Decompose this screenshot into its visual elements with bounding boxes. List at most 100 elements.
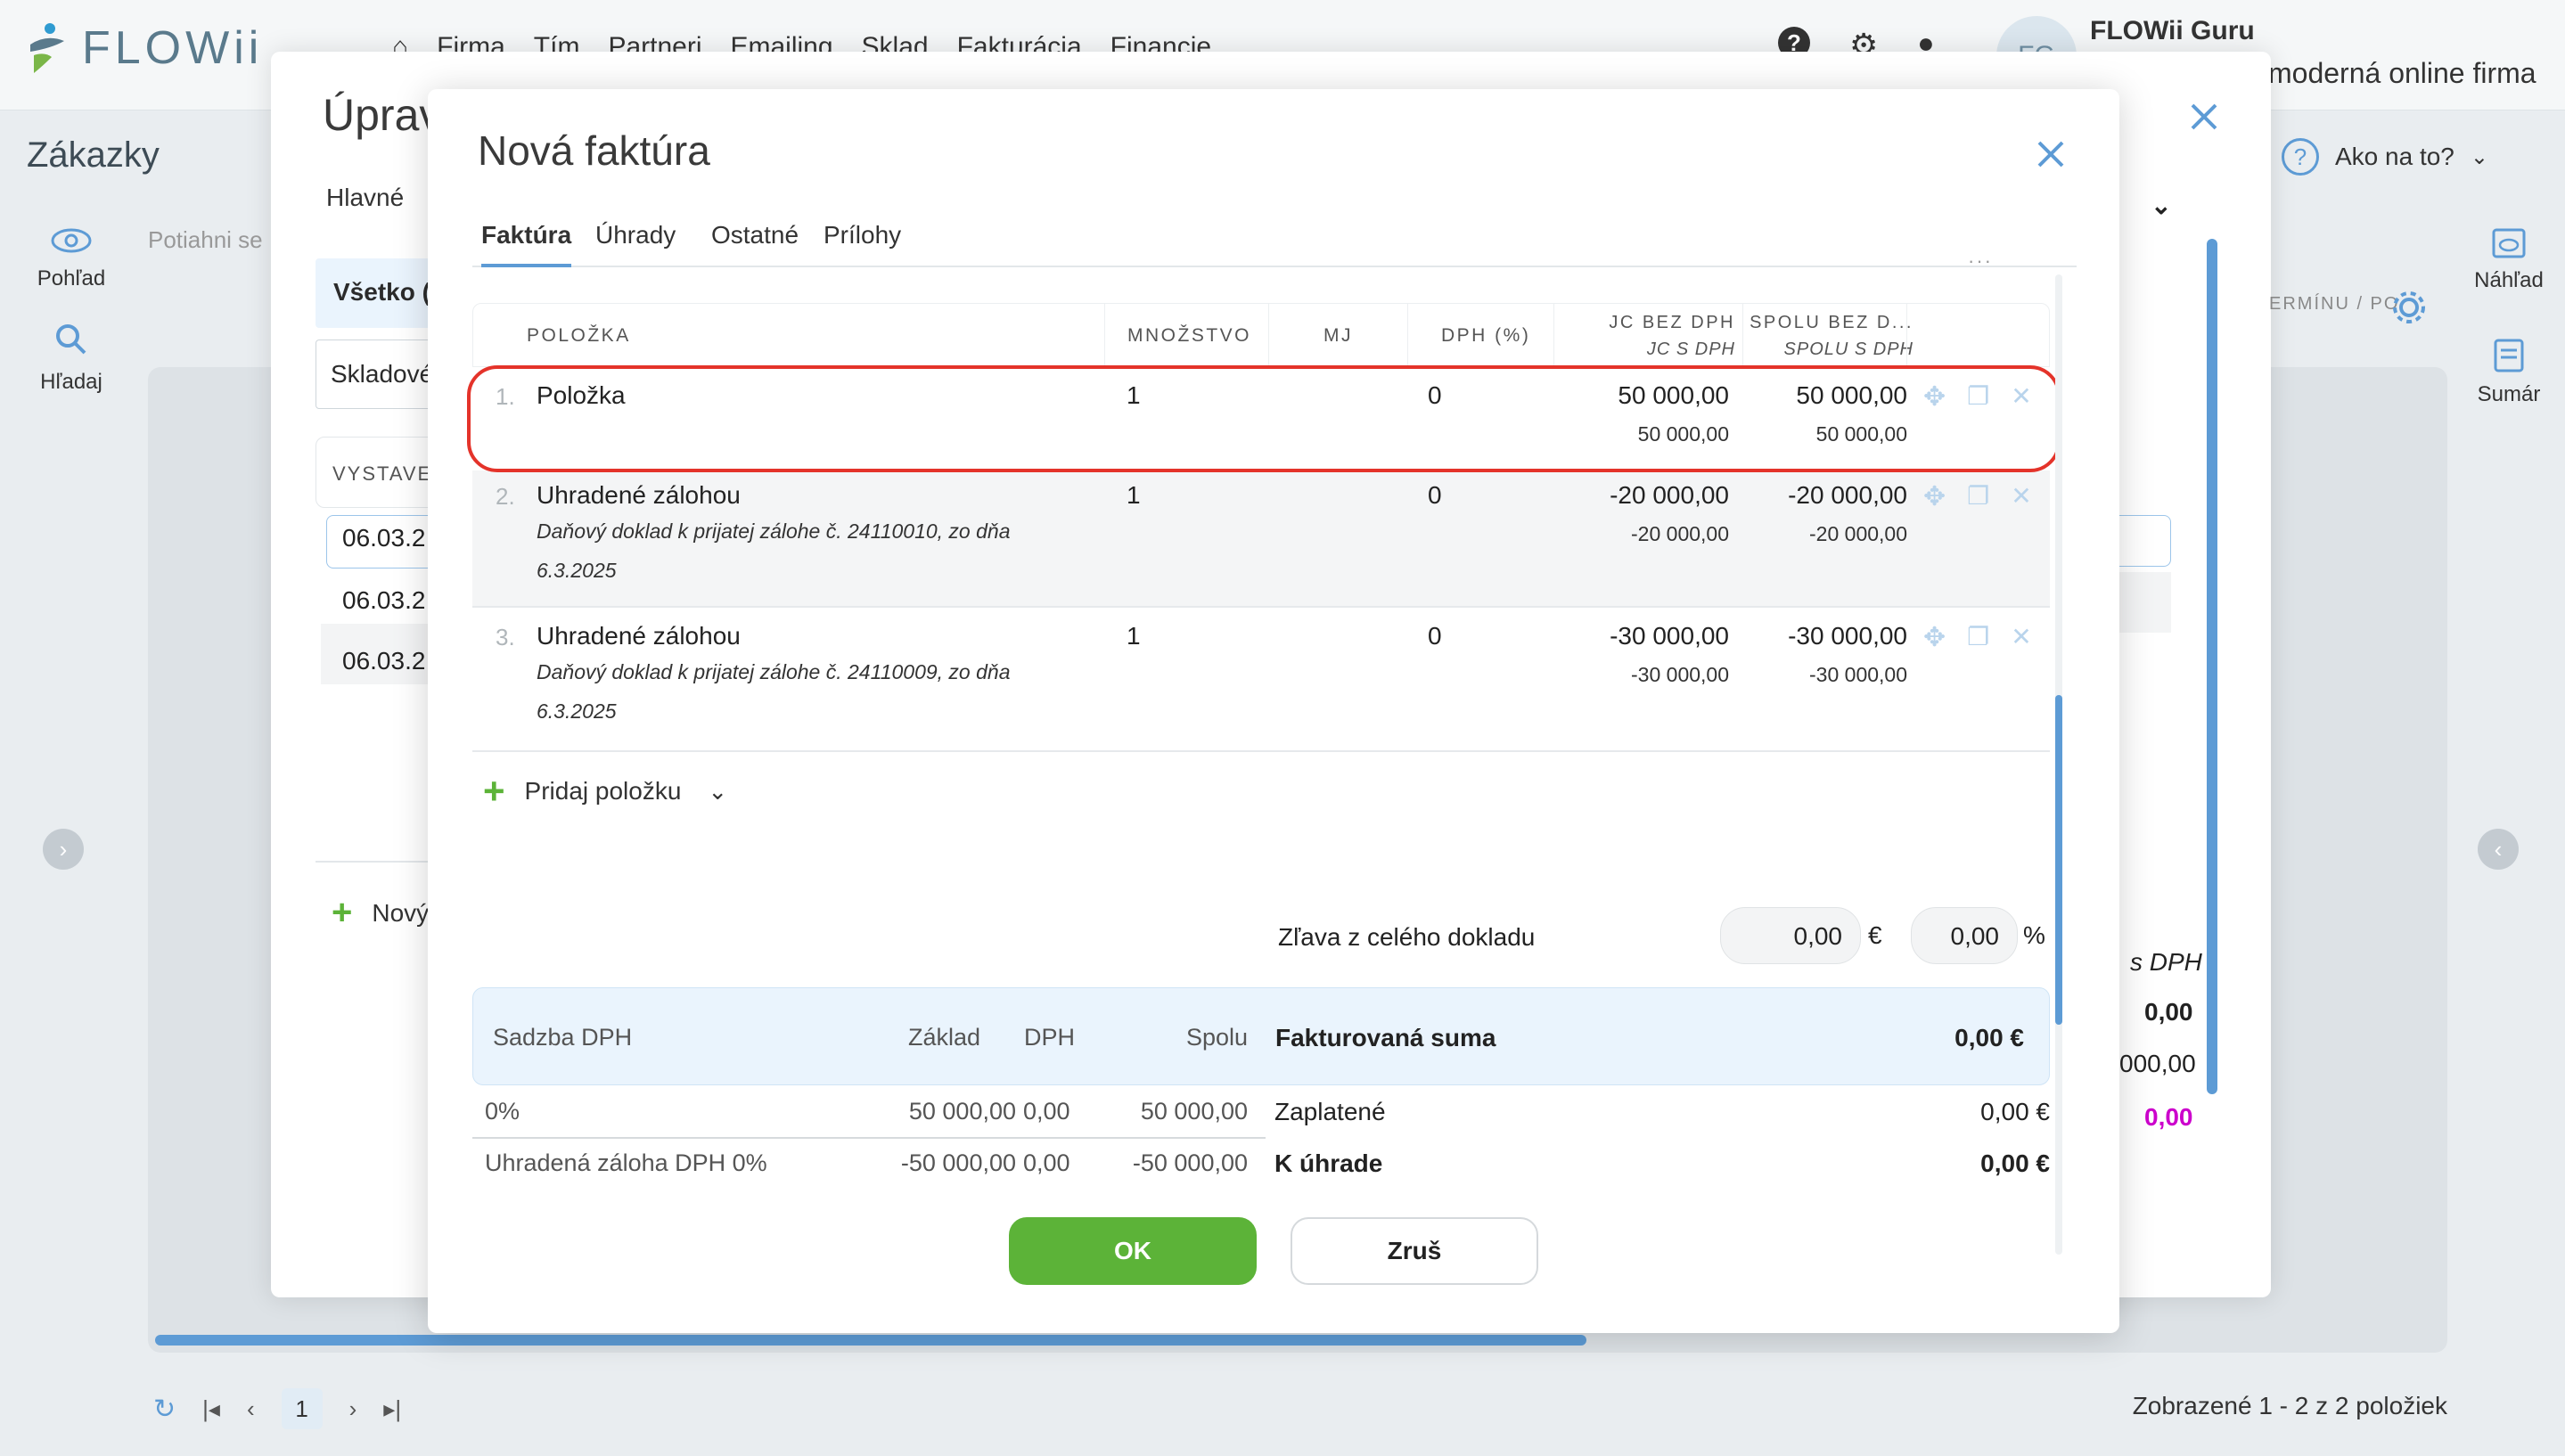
delete-icon[interactable]: ✕ [2011, 622, 2031, 653]
tab-attachments[interactable]: Prílohy [824, 221, 901, 264]
right-sub-header: s DPH [2130, 948, 2202, 976]
prev-arrow-icon[interactable]: › [43, 829, 84, 870]
preview-icon[interactable] [2491, 227, 2527, 259]
row-divider [472, 606, 2050, 608]
discount-percent-input[interactable]: 0,00 [1911, 907, 2018, 964]
item-unit-price[interactable]: -20 000,00 [1560, 481, 1729, 510]
invoiced-sum-label: Fakturovaná suma [1275, 1024, 1496, 1051]
move-icon[interactable]: ✥ [1923, 622, 1946, 653]
row-number: 3. [496, 624, 515, 650]
tab-payments[interactable]: Úhrady [595, 221, 676, 264]
col-unit[interactable]: MJ [1323, 304, 1353, 368]
close-icon[interactable] [2036, 139, 2066, 169]
date-cell[interactable]: 06.03.2 [342, 647, 425, 675]
search-icon[interactable] [53, 322, 89, 357]
search-label[interactable]: Hľadaj [40, 370, 102, 395]
table-row[interactable]: 3. Uhradené zálohou Daňový doklad k prij… [472, 611, 2050, 747]
first-page-icon[interactable]: |◂ [202, 1395, 220, 1423]
item-description[interactable]: Daňový doklad k prijatej zálohe č. 24110… [537, 652, 1089, 731]
summary-label[interactable]: Sumár [2478, 382, 2541, 407]
delete-icon[interactable]: ✕ [2011, 481, 2031, 512]
item-total-gross: -30 000,00 [1809, 663, 1907, 686]
item-vat[interactable]: 0 [1428, 622, 1442, 650]
scrollbar-thumb[interactable] [2055, 695, 2062, 1025]
item-name[interactable]: Uhradené zálohou [537, 481, 741, 510]
copy-icon[interactable]: ❐ [1967, 481, 1989, 512]
date-cell[interactable]: 06.03.2 [342, 524, 425, 552]
next-arrow-icon[interactable]: ‹ [2478, 829, 2519, 870]
col-qty[interactable]: MNOŽSTVO [1127, 304, 1251, 368]
invoiced-sum-value: 0,00 € [1954, 1024, 2024, 1051]
summary-icon[interactable] [2491, 338, 2527, 373]
discount-amount-input[interactable]: 0,00 [1720, 907, 1861, 964]
plus-icon: + [483, 770, 505, 812]
vat-total: 50 000,00 [1140, 1098, 1248, 1125]
item-vat[interactable]: 0 [1428, 481, 1442, 510]
col-unit-price[interactable]: JC BEZ DPH JC s DPH [1561, 304, 1735, 368]
refresh-icon[interactable]: ↻ [153, 1394, 176, 1425]
table-row[interactable]: 2. Uhradené zálohou Daňový doklad k prij… [472, 470, 2050, 606]
chevron-down-icon: ⌄ [2470, 144, 2488, 169]
row-divider [472, 750, 2050, 752]
item-description[interactable]: Daňový doklad k prijatej zálohe č. 24110… [537, 511, 1089, 590]
move-icon[interactable]: ✥ [1923, 481, 1946, 512]
last-page-icon[interactable]: ▸| [383, 1395, 401, 1423]
right-value-due: 0,00 [2144, 1103, 2193, 1131]
discount-label: Zľava z celého dokladu [1278, 923, 1536, 951]
col-vat[interactable]: DPH (%) [1441, 304, 1530, 368]
cancel-button[interactable]: Zruš [1291, 1217, 1538, 1285]
tab-main[interactable]: Hlavné [326, 184, 404, 212]
vat-base: 50 000,00 [908, 1098, 1016, 1125]
prev-page-icon[interactable]: ‹ [247, 1395, 255, 1423]
eye-icon[interactable] [50, 227, 93, 254]
settings-gear-icon[interactable] [2390, 289, 2428, 326]
ok-button[interactable]: OK [1009, 1217, 1257, 1285]
vat-amount-header: DPH [1024, 1024, 1076, 1051]
page-title: Zákazky [27, 135, 160, 175]
vertical-scrollbar[interactable] [2207, 239, 2217, 1094]
tab-invoice[interactable]: Faktúra [481, 221, 572, 267]
user-name: FLOWii Guru [2090, 16, 2255, 45]
tab-other[interactable]: Ostatné [711, 221, 799, 264]
col-separator [1268, 304, 1269, 368]
deadline-header[interactable]: ERMÍNU / PO [2269, 294, 2399, 315]
item-unit-price[interactable]: -30 000,00 [1560, 622, 1729, 650]
row-highlight-annotation [467, 365, 2061, 472]
add-new-label: Nový [372, 898, 430, 927]
view-label[interactable]: Pohľad [37, 266, 105, 291]
vat-rate: 0% [485, 1098, 520, 1125]
how-to-label: Ako na to? [2335, 143, 2454, 170]
chevron-down-icon[interactable]: ⌄ [708, 778, 727, 806]
col-separator [1553, 304, 1554, 368]
col-total[interactable]: SPOLU BEZ D... Spolu s DPH [1748, 304, 1914, 368]
col-item[interactable]: POLOŽKA [527, 304, 631, 368]
more-dots-icon[interactable]: ··· [1968, 249, 1993, 273]
next-page-icon[interactable]: › [349, 1395, 357, 1423]
chevron-down-icon: ⌄ [2151, 192, 2172, 219]
logo: FLOWii [25, 21, 263, 75]
pager: ↻ |◂ ‹ 1 › ▸| [153, 1388, 401, 1429]
search-hint: Potiahni se [148, 226, 263, 253]
how-to-link[interactable]: ? Ako na to? ⌄ [2282, 138, 2488, 176]
vat-amount: 0,00 [1023, 1149, 1070, 1176]
vat-rate-header: Sadzba DPH [493, 1024, 633, 1051]
preview-label[interactable]: Náhľad [2474, 268, 2544, 293]
vat-base-header: Základ [908, 1024, 981, 1051]
add-new-button[interactable]: + Nový [332, 893, 429, 933]
close-icon[interactable] [2189, 102, 2219, 132]
due-label: K úhrade [1274, 1149, 1383, 1177]
left-toolbar: Pohľad Hľadaj [27, 227, 116, 395]
vat-summary-header: Sadzba DPH Základ DPH Spolu Fakturovaná … [472, 987, 2050, 1085]
date-cell[interactable]: 06.03.2 [342, 586, 425, 615]
vat-total-header: Spolu [1186, 1024, 1249, 1051]
current-page[interactable]: 1 [281, 1388, 323, 1429]
item-qty[interactable]: 1 [1127, 622, 1141, 650]
item-qty[interactable]: 1 [1127, 481, 1141, 510]
col-separator [1407, 304, 1408, 368]
item-name[interactable]: Uhradené zálohou [537, 622, 741, 650]
copy-icon[interactable]: ❐ [1967, 622, 1989, 653]
item-total: -30 000,00 [1788, 622, 1907, 650]
horizontal-scrollbar[interactable] [155, 1335, 1586, 1346]
add-item-button[interactable]: + Pridaj položku ⌄ [483, 770, 727, 812]
percent-sign: % [2023, 921, 2045, 949]
